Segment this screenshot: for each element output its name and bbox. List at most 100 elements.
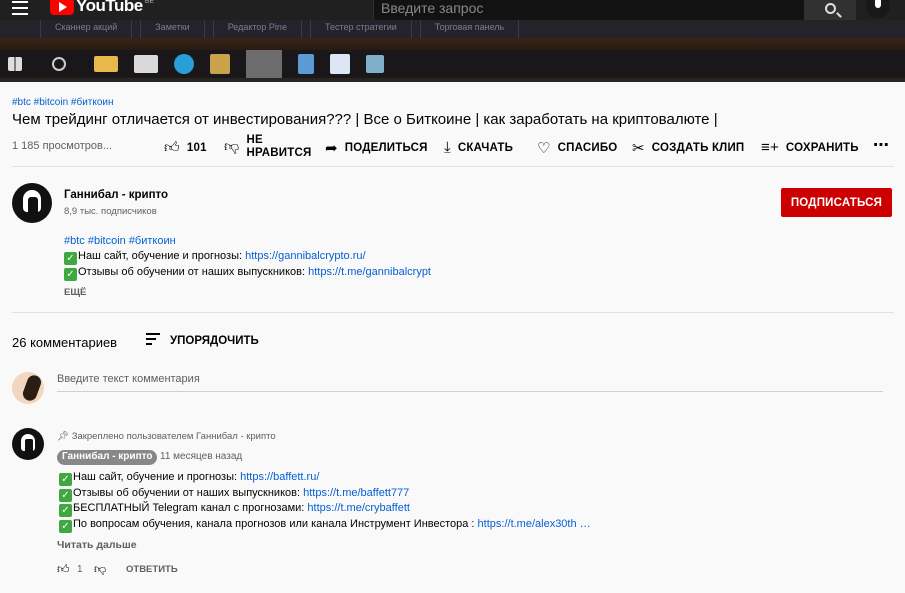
sort-label: УПОРЯДОЧИТЬ (170, 334, 259, 347)
dislike-label-line1: НЕ (246, 134, 263, 146)
pinned-label: 📌︎ Закреплено пользователем Ганнибал - к… (57, 431, 276, 442)
comment-text: Наш сайт, обучение и прогнозы: (73, 471, 241, 483)
comment-text: По вопросам обучения, канала прогнозов и… (73, 518, 478, 530)
description-link[interactable]: https://gannibalcrypto.ru/ (245, 250, 365, 262)
description-line: ✓ Наш сайт, обучение и прогнозы: https://… (64, 250, 366, 265)
comment-line: ✓ По вопросам обучения, канала прогнозов … (59, 518, 591, 533)
search-icon (825, 3, 836, 14)
telegram-icon (174, 54, 194, 74)
download-icon: ⤓ (444, 139, 451, 156)
logo-region: BE (144, 0, 155, 5)
comment-like-count: 1 (77, 564, 83, 575)
comment-link[interactable]: https://baffett.ru/ (240, 471, 319, 483)
sort-button[interactable]: УПОРЯДОЧИТЬ (146, 333, 259, 348)
thanks-button[interactable]: ♡ СПАСИБО (537, 139, 617, 157)
calculator-icon (298, 54, 314, 74)
thanks-icon: ♡ (537, 140, 551, 157)
video-hashtags[interactable]: #btc #bitcoin #биткоин (12, 97, 114, 108)
comment-time[interactable]: 11 месяцев назад (160, 451, 242, 462)
description-text: Наш сайт, обучение и прогнозы: (78, 250, 246, 262)
taskbar-edge (0, 78, 905, 82)
search-button[interactable] (805, 0, 856, 21)
save-button[interactable]: ≡+ СОХРАНИТЬ (761, 139, 859, 156)
comment-text: Отзывы об обучении от наших выпускников: (73, 487, 304, 499)
embedded-tab: Сканнер акций (40, 20, 133, 38)
clip-label: СОЗДАТЬ КЛИП (651, 142, 745, 154)
thumbs-down-icon: 👎︎ (224, 138, 240, 155)
comment-link[interactable]: https://t.me/alex30th … (478, 518, 591, 530)
check-mark-icon: ✓ (64, 252, 77, 265)
description-text: Отзывы об обучении от наших выпускников: (78, 266, 309, 278)
read-more-button[interactable]: Читать дальше (57, 539, 137, 551)
comment-input-underline (57, 391, 883, 392)
share-button[interactable]: ➦ ПОДЕЛИТЬСЯ (325, 139, 428, 157)
comment-author-avatar[interactable] (12, 428, 44, 460)
thanks-label: СПАСИБО (557, 142, 618, 154)
embedded-tabs: Сканнер акций Заметки Редактор Pine Тест… (0, 20, 905, 38)
channel-avatar[interactable] (12, 183, 52, 223)
menu-icon[interactable] (12, 1, 28, 15)
scissors-icon: ✂ (632, 140, 645, 157)
sort-icon (146, 333, 160, 348)
channel-name[interactable]: Ганнибал - крипто (64, 189, 168, 201)
dislike-button[interactable]: 👎︎ НЕ НРАВИТСЯ (224, 134, 311, 160)
like-button[interactable]: 👍︎ 101 (164, 139, 207, 157)
more-actions-icon[interactable]: ⋯ (873, 135, 889, 155)
subscribe-button[interactable]: ПОДПИСАТЬСЯ (781, 188, 892, 217)
comment-input[interactable]: Введите текст комментария (57, 373, 200, 385)
comment-line: ✓ Наш сайт, обучение и прогнозы: https://… (59, 471, 319, 486)
check-mark-icon: ✓ (64, 268, 77, 281)
save-label: СОХРАНИТЬ (785, 141, 859, 154)
comment-line: ✓ БЕСПЛАТНЫЙ Telegram канал с прогнозами:… (59, 502, 410, 517)
comment-author-badge[interactable]: Ганнибал - крипто (57, 450, 158, 465)
windows-icon (8, 57, 22, 71)
pin-icon: 📌︎ (57, 431, 72, 442)
chrome-icon (246, 50, 282, 78)
play-logo-icon (50, 0, 74, 15)
description-hashtags[interactable]: #btc #bitcoin #биткоин (64, 235, 176, 247)
youtube-logo[interactable]: YouTube BE (50, 0, 154, 16)
download-button[interactable]: ⤓ СКАЧАТЬ (444, 139, 513, 156)
logo-text: YouTube (76, 0, 143, 15)
pinned-text: Закреплено пользователем Ганнибал - крип… (71, 431, 276, 442)
show-more-button[interactable]: ЕЩЁ (64, 287, 86, 298)
search-icon (52, 57, 66, 71)
divider (12, 312, 894, 313)
playlist-add-icon: ≡+ (761, 139, 779, 156)
video-title: Чем трейдинг отличается от инвестировани… (12, 111, 718, 128)
store-icon (134, 55, 158, 73)
download-label: СКАЧАТЬ (457, 141, 514, 154)
dislike-label-line2: НРАВИТСЯ (246, 147, 312, 159)
check-mark-icon: ✓ (59, 520, 72, 533)
share-label: ПОДЕЛИТЬСЯ (344, 142, 428, 154)
comment-dislike-icon[interactable]: 👎︎ (94, 562, 106, 577)
user-avatar (12, 372, 44, 404)
comment-text: БЕСПЛАТНЫЙ Telegram канал с прогнозами: (73, 502, 308, 514)
embedded-tab: Редактор Pine (212, 20, 302, 38)
like-count: 101 (186, 142, 207, 154)
check-mark-icon: ✓ (59, 504, 72, 517)
search-input[interactable]: Введите запрос (373, 0, 805, 21)
folder-icon (94, 56, 118, 72)
video-frame-strip: Сканнер акций Заметки Редактор Pine Тест… (0, 20, 905, 82)
share-icon: ➦ (325, 140, 338, 157)
reply-button[interactable]: ОТВЕТИТЬ (126, 564, 178, 575)
clip-button[interactable]: ✂ СОЗДАТЬ КЛИП (632, 139, 744, 157)
description-line: ✓ Отзывы об обучении от наших выпускников… (64, 266, 431, 281)
embedded-tab: Тестер стратегии (309, 20, 412, 38)
comment-link[interactable]: https://t.me/baffett777 (303, 487, 409, 499)
comment-like-icon[interactable]: 👍︎ (57, 562, 70, 577)
comment-line: ✓ Отзывы об обучении от наших выпускников… (59, 487, 409, 502)
comments-count: 26 комментариев (12, 335, 118, 350)
notes-icon (366, 55, 384, 73)
view-count[interactable]: 1 185 просмотров... (12, 140, 112, 152)
top-bar: YouTube BE Введите запрос (0, 0, 905, 21)
check-mark-icon: ✓ (59, 489, 72, 502)
comment-link[interactable]: https://t.me/crybaffett (307, 502, 410, 514)
description-link[interactable]: https://t.me/gannibalcrypt (308, 266, 431, 278)
check-mark-icon: ✓ (59, 473, 72, 486)
microphone-icon[interactable] (866, 0, 890, 18)
embedded-tab: Заметки (140, 20, 205, 38)
divider (12, 166, 894, 167)
app-icon (210, 54, 230, 74)
